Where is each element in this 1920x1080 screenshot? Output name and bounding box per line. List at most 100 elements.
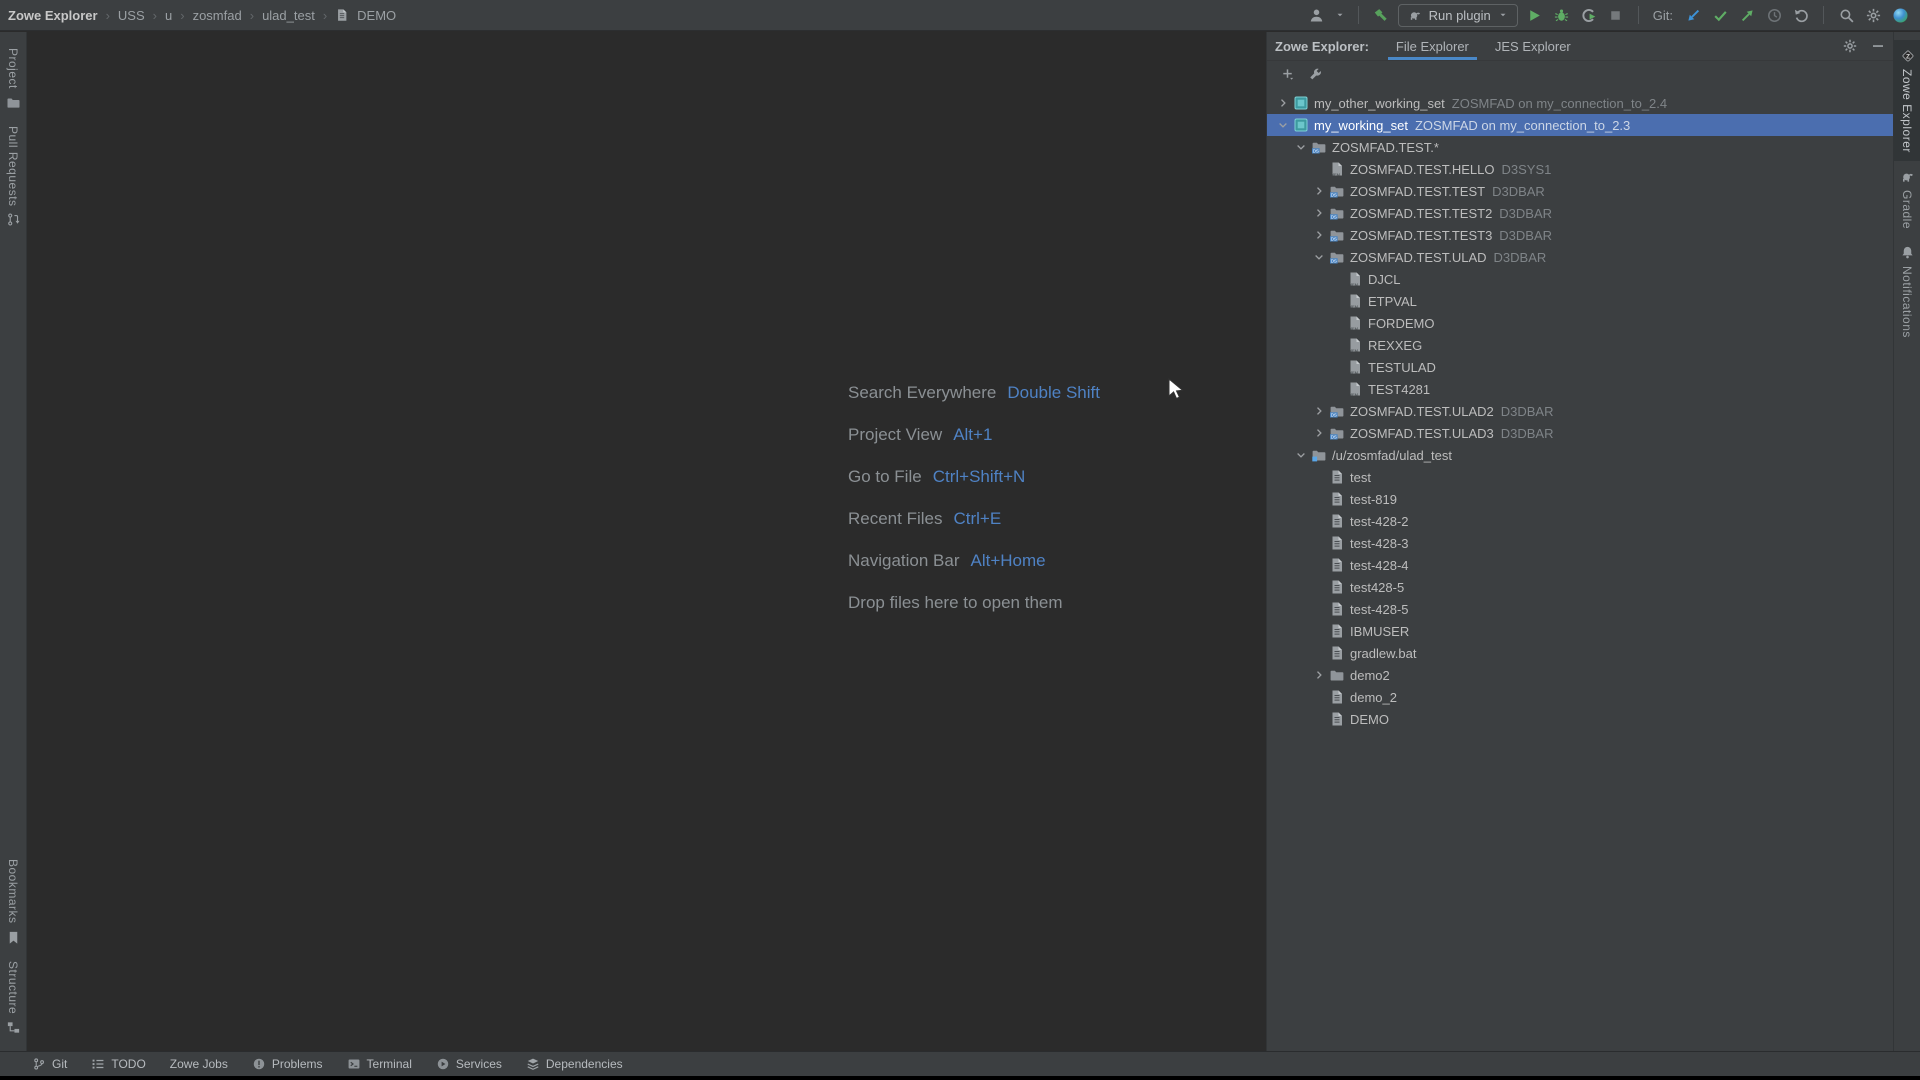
statusbar-item-terminal[interactable]: Terminal <box>347 1057 412 1071</box>
stripe-item-pull-requests[interactable]: Pull Requests <box>0 118 26 236</box>
tree-row[interactable]: test-428-2 <box>1267 510 1894 532</box>
chevron-spacer <box>1329 337 1345 353</box>
tree-row[interactable]: DEMO <box>1267 708 1894 730</box>
settings-button[interactable] <box>1863 5 1883 25</box>
statusbar-item-todo[interactable]: TODO <box>91 1057 145 1071</box>
chevron-down-icon[interactable] <box>1311 249 1327 265</box>
shortcut-row: Navigation BarAlt+Home <box>848 540 1100 582</box>
tree-row[interactable]: MEMREXXEG <box>1267 334 1894 356</box>
add-working-set-button[interactable] <box>1278 66 1296 84</box>
chevron-right-icon[interactable] <box>1311 403 1327 419</box>
shortcut-keys: Ctrl+Shift+N <box>933 467 1026 487</box>
breadcrumb-item[interactable]: DEMO <box>357 8 396 23</box>
tree-row[interactable]: DSZOSMFAD.TEST.TESTD3DBAR <box>1267 180 1894 202</box>
git-commit-button[interactable] <box>1710 5 1730 25</box>
chevron-down-icon[interactable] <box>1334 5 1346 25</box>
tree-row[interactable]: DSZOSMFAD.TEST.TEST2D3DBAR <box>1267 202 1894 224</box>
edit-working-sets-button[interactable] <box>1306 66 1324 84</box>
tree-row[interactable]: MEMTESTULAD <box>1267 356 1894 378</box>
tree-row[interactable]: test428-5 <box>1267 576 1894 598</box>
tab-jes-explorer[interactable]: JES Explorer <box>1482 32 1584 60</box>
history-icon[interactable] <box>1764 5 1784 25</box>
tree-row[interactable]: MEMDJCL <box>1267 268 1894 290</box>
tree-row[interactable]: my_working_setZOSMFAD on my_connection_t… <box>1267 114 1894 136</box>
tree-item-suffix: D3DBAR <box>1492 184 1545 199</box>
tree-row[interactable]: DSZOSMFAD.TEST.ULAD3D3DBAR <box>1267 422 1894 444</box>
breadcrumb-item[interactable]: Zowe Explorer <box>8 8 98 23</box>
breadcrumb-item[interactable]: USS <box>118 8 145 23</box>
dependencies-icon <box>526 1057 540 1071</box>
chevron-down-icon[interactable] <box>1293 139 1309 155</box>
stop-button[interactable] <box>1606 5 1626 25</box>
tree-row[interactable]: test-428-3 <box>1267 532 1894 554</box>
tree-row[interactable]: MEMZOSMFAD.TEST.HELLOD3SYS1 <box>1267 158 1894 180</box>
panel-hide-icon[interactable] <box>1870 38 1886 54</box>
tree-row[interactable]: test-819 <box>1267 488 1894 510</box>
todo-list-icon <box>91 1057 105 1071</box>
tree-row[interactable]: MEMTEST4281 <box>1267 378 1894 400</box>
stripe-item-bookmarks[interactable]: Bookmarks <box>0 851 26 953</box>
tree-row[interactable]: demo_2 <box>1267 686 1894 708</box>
svg-text:DS: DS <box>1331 434 1337 439</box>
ide-globe-icon[interactable] <box>1890 5 1910 25</box>
stripe-item-notifications[interactable]: Notifications <box>1894 237 1920 346</box>
stripe-item-zowe-explorer[interactable]: ZZowe Explorer <box>1894 40 1920 161</box>
search-everywhere-button[interactable] <box>1836 5 1856 25</box>
chevron-right-icon[interactable] <box>1311 425 1327 441</box>
terminal-icon <box>347 1057 361 1071</box>
tree-row[interactable]: DSZOSMFAD.TEST.ULADD3DBAR <box>1267 246 1894 268</box>
tab-file-explorer[interactable]: File Explorer <box>1383 32 1482 60</box>
git-push-button[interactable] <box>1737 5 1757 25</box>
tree-row[interactable]: /u/zosmfad/ulad_test <box>1267 444 1894 466</box>
toolbar-actions: Run plugin Git: <box>1307 4 1912 27</box>
statusbar-item-git[interactable]: Git <box>32 1057 67 1071</box>
debug-button[interactable] <box>1552 5 1572 25</box>
chevron-down-icon[interactable] <box>1293 447 1309 463</box>
build-icon[interactable] <box>1371 5 1391 25</box>
tree-row[interactable]: MEMETPVAL <box>1267 290 1894 312</box>
tree-row[interactable]: IBMUSER <box>1267 620 1894 642</box>
statusbar-item-services[interactable]: Services <box>436 1057 502 1071</box>
divider <box>1823 6 1824 24</box>
tree-row[interactable]: MEMFORDEMO <box>1267 312 1894 334</box>
run-coverage-button[interactable] <box>1579 5 1599 25</box>
statusbar-item-label: Zowe Jobs <box>170 1057 228 1071</box>
breadcrumb-item[interactable]: ulad_test <box>262 8 315 23</box>
statusbar-item-dependencies[interactable]: Dependencies <box>526 1057 623 1071</box>
tree-item-label: my_other_working_set <box>1314 96 1445 111</box>
gradle-icon <box>1408 8 1422 22</box>
statusbar-item-label: Terminal <box>367 1057 412 1071</box>
tree-row[interactable]: test <box>1267 466 1894 488</box>
right-stripe-top: ZZowe ExplorerGradleNotifications <box>1894 32 1920 354</box>
chevron-down-icon[interactable] <box>1275 117 1291 133</box>
panel-title: Zowe Explorer: <box>1275 39 1369 54</box>
chevron-right-icon[interactable] <box>1311 205 1327 221</box>
stripe-item-gradle[interactable]: Gradle <box>1894 161 1920 237</box>
tree-row[interactable]: test-428-4 <box>1267 554 1894 576</box>
tree-row[interactable]: DSZOSMFAD.TEST.* <box>1267 136 1894 158</box>
tree-row[interactable]: my_other_working_setZOSMFAD on my_connec… <box>1267 92 1894 114</box>
breadcrumb-item[interactable]: zosmfad <box>193 8 242 23</box>
statusbar-item-problems[interactable]: Problems <box>252 1057 323 1071</box>
tree-row[interactable]: test-428-5 <box>1267 598 1894 620</box>
rollback-button[interactable] <box>1791 5 1811 25</box>
tree-row[interactable]: demo2 <box>1267 664 1894 686</box>
chevron-right-icon[interactable] <box>1311 227 1327 243</box>
tree-row[interactable]: DSZOSMFAD.TEST.TEST3D3DBAR <box>1267 224 1894 246</box>
statusbar-item-zowe-jobs[interactable]: Zowe Jobs <box>170 1057 228 1071</box>
chevron-right-icon[interactable] <box>1311 183 1327 199</box>
tree-item-label: test428-5 <box>1350 580 1404 595</box>
user-icon[interactable] <box>1307 5 1327 25</box>
run-button[interactable] <box>1525 5 1545 25</box>
chevron-right-icon[interactable] <box>1311 667 1327 683</box>
panel-settings-icon[interactable] <box>1842 38 1858 54</box>
chevron-right-icon[interactable] <box>1275 95 1291 111</box>
run-config-combo[interactable]: Run plugin <box>1398 4 1518 27</box>
stripe-item-structure[interactable]: Structure <box>0 953 26 1043</box>
tree-row[interactable]: DSZOSMFAD.TEST.ULAD2D3DBAR <box>1267 400 1894 422</box>
tree-row[interactable]: gradlew.bat <box>1267 642 1894 664</box>
tree-item-label: ZOSMFAD.TEST.HELLO <box>1350 162 1494 177</box>
git-update-button[interactable] <box>1683 5 1703 25</box>
breadcrumb-item[interactable]: u <box>165 8 172 23</box>
stripe-item-project[interactable]: Project <box>0 40 26 118</box>
